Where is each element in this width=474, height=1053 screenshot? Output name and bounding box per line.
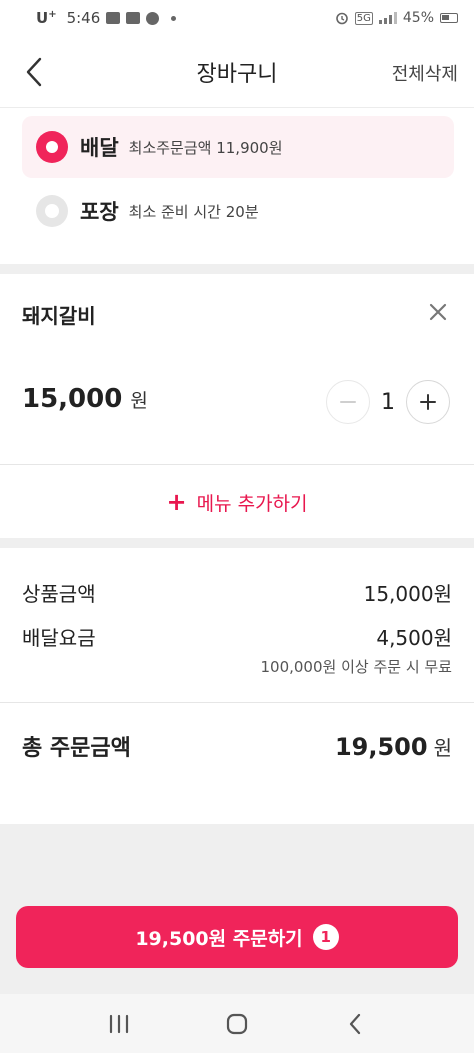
status-time: 5:46 xyxy=(66,9,101,27)
delivery-fee-note: 100,000원 이상 주문 시 무료 xyxy=(260,658,452,676)
radio-unselected-icon xyxy=(36,195,68,227)
subtotal-row: 상품금액 15,000원 xyxy=(22,578,452,607)
carrier-sup: + xyxy=(48,9,57,20)
home-icon xyxy=(226,1013,248,1034)
total-amount: 19,500 xyxy=(334,733,428,761)
item-price-unit: 원 xyxy=(130,390,148,412)
total-unit: 원 xyxy=(433,736,452,760)
order-button-label: 19,500원 주문하기 xyxy=(135,927,303,950)
total-row: 총 주문금액 19,500 원 xyxy=(22,730,452,762)
clear-all-button[interactable]: 전체삭제 xyxy=(392,60,458,86)
status-left: U+ 5:46 xyxy=(36,9,177,27)
total-label: 총 주문금액 xyxy=(22,736,131,761)
s-app-icon xyxy=(146,11,160,25)
delivery-fee-value: 4,500원 xyxy=(376,626,452,650)
notification-dot-icon xyxy=(171,15,177,21)
item-price-value: 15,000 xyxy=(22,384,123,414)
network-label: 5G xyxy=(354,11,373,25)
item-name: 돼지갈비 xyxy=(22,304,96,328)
delivery-option[interactable]: 배달 최소주문금액 11,900원 xyxy=(22,116,454,178)
header: 장바구니 전체삭제 xyxy=(0,36,474,108)
recent-apps-button[interactable] xyxy=(99,1004,139,1044)
section-divider xyxy=(0,264,474,274)
add-menu-button[interactable]: + 메뉴 추가하기 xyxy=(0,466,474,538)
plus-icon xyxy=(420,394,436,410)
remove-item-button[interactable] xyxy=(422,296,454,328)
chat-icon xyxy=(126,12,141,24)
pickup-option-desc: 최소 준비 시간 20분 xyxy=(128,202,259,221)
radio-selected-icon xyxy=(36,131,68,163)
summary-divider xyxy=(0,702,474,703)
plus-icon: + xyxy=(166,488,187,516)
subtotal-label: 상품금액 xyxy=(22,582,96,606)
delivery-option-desc: 최소주문금액 11,900원 xyxy=(128,138,283,157)
add-menu-label: 메뉴 추가하기 xyxy=(196,492,308,515)
quantity-value: 1 xyxy=(381,389,395,415)
subtotal-value: 15,000원 xyxy=(363,582,452,606)
quantity-stepper: 1 xyxy=(326,380,450,424)
carrier-text: U xyxy=(36,9,49,27)
minus-icon xyxy=(340,401,356,403)
back-arrow-icon xyxy=(349,1013,361,1034)
status-bar: U+ 5:46 5G 45% xyxy=(0,0,474,36)
increase-quantity-button[interactable] xyxy=(406,380,450,424)
back-button[interactable] xyxy=(16,54,52,90)
message-icon xyxy=(106,12,121,24)
cart-item: 돼지갈비 15,000 원 1 xyxy=(0,274,474,464)
pickup-option[interactable]: 포장 최소 준비 시간 20분 xyxy=(22,180,454,242)
delivery-fee-row: 배달요금 4,500원 xyxy=(22,622,452,651)
battery-percent: 45% xyxy=(402,10,434,26)
battery-icon xyxy=(440,13,458,23)
delivery-option-label: 배달 xyxy=(80,136,119,160)
delivery-fee-label: 배달요금 xyxy=(22,626,96,650)
order-button[interactable]: 19,500원 주문하기 1 xyxy=(16,906,458,968)
order-type-selector: 배달 최소주문금액 11,900원 포장 최소 준비 시간 20분 xyxy=(0,108,474,264)
signal-icon xyxy=(378,12,397,24)
recent-apps-icon xyxy=(109,1014,129,1033)
home-button[interactable] xyxy=(217,1004,257,1044)
close-icon xyxy=(429,303,447,321)
status-right: 5G 45% xyxy=(335,10,458,26)
alarm-icon xyxy=(335,12,348,25)
carrier-label: U+ xyxy=(36,9,57,27)
pickup-option-label: 포장 xyxy=(80,200,119,224)
item-price: 15,000 원 xyxy=(22,384,148,414)
chevron-left-icon xyxy=(26,57,42,87)
item-divider xyxy=(0,464,474,465)
total-value: 19,500 원 xyxy=(335,732,452,761)
section-divider xyxy=(0,538,474,548)
system-back-button[interactable] xyxy=(335,1004,375,1044)
system-nav-bar xyxy=(0,994,474,1053)
decrease-quantity-button[interactable] xyxy=(326,380,370,424)
cart-count-badge: 1 xyxy=(312,924,339,950)
